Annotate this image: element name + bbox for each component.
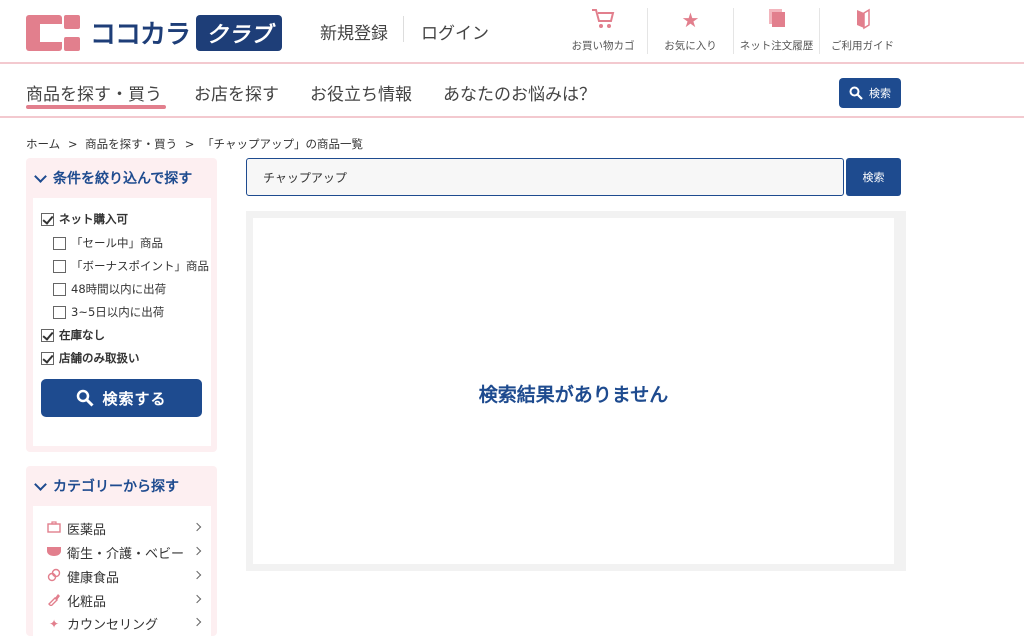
nav-active-indicator [26,105,166,109]
category-item-cosmetics[interactable]: 化粧品 [46,591,204,610]
nav-item-stores[interactable]: お店を探す [194,80,279,105]
lipstick-icon [46,592,62,609]
search-input[interactable]: チャップアップ [246,158,844,196]
chevron-right-icon [192,594,202,604]
cart-link[interactable]: お買い物カゴ [560,8,646,54]
checkbox[interactable] [41,328,54,342]
header-divider [403,16,404,42]
category-item-counseling[interactable]: ✦ カウンセリング [46,614,204,633]
main-nav: 商品を探す・買う お店を探す お役立ち情報 あなたのお悩みは？ 検索 [0,66,1024,118]
search-icon [77,389,95,407]
search-icon [849,86,863,100]
filter-ship-3-5days[interactable]: 3~5日以内に出荷 [53,304,164,320]
chevron-down-icon [34,169,47,183]
no-results-message: 検索結果がありません [478,383,669,406]
category-item-hygiene[interactable]: 衛生・介護・ベビー [46,543,204,562]
checkbox[interactable] [41,212,54,226]
checkbox[interactable] [41,351,54,365]
history-icon [734,8,819,32]
breadcrumb-separator: > [184,137,195,151]
filter-title[interactable]: 条件を絞り込んで探す [34,168,192,188]
filter-out-of-stock[interactable]: 在庫なし [41,327,105,343]
category-title[interactable]: カテゴリーから探す [34,476,179,496]
filter-bonus-point[interactable]: 「ボーナスポイント」商品 [53,258,209,274]
logo-badge: クラブ [196,14,283,51]
breadcrumb-separator: > [67,137,78,151]
filter-sale[interactable]: 「セール中」商品 [53,235,163,251]
nav-search-label: 検索 [869,87,891,100]
login-link[interactable]: ログイン [421,19,489,44]
breadcrumb: ホーム > 商品を探す・買う > 「チャップアップ」の商品一覧 [26,136,367,152]
cart-label: お買い物カゴ [571,40,635,52]
chevron-right-icon [192,522,202,532]
register-link[interactable]: 新規登録 [320,19,388,44]
sparkle-icon: ✦ [48,616,60,631]
breadcrumb-current: 「チャップアップ」の商品一覧 [202,137,363,151]
favorites-link[interactable]: ★ お気に入り [647,8,733,54]
nav-search-button[interactable]: 検索 [839,78,901,108]
category-item-health-food[interactable]: 健康食品 [46,567,204,586]
supplement-icon [46,568,62,585]
nav-item-info[interactable]: お役立ち情報 [310,80,412,105]
favorites-label: お気に入り [664,40,717,52]
cart-icon [560,8,646,32]
book-icon [820,8,905,32]
breadcrumb-products[interactable]: 商品を探す・買う [85,137,177,151]
chevron-right-icon [192,570,202,580]
filter-net-purchasable[interactable]: ネット購入可 [41,211,128,227]
filter-search-button[interactable]: 検索する [41,379,202,417]
chevron-right-icon [192,546,202,556]
checkbox[interactable] [53,305,66,319]
results-area: 検索結果がありません [246,211,906,571]
site-logo[interactable]: ココカラ クラブ [26,14,283,51]
results-panel: 検索結果がありません [253,218,894,564]
checkbox[interactable] [53,282,66,296]
checkbox[interactable] [53,236,66,250]
nav-item-concerns[interactable]: あなたのお悩みは？ [443,80,596,105]
chevron-right-icon [192,617,202,627]
chevron-down-icon [34,477,47,491]
filter-store-only[interactable]: 店舗のみ取扱い [41,350,140,366]
search-button[interactable]: 検索 [846,158,901,196]
star-icon: ★ [681,8,700,32]
filter-ship-48h[interactable]: 48時間以内に出荷 [53,281,166,297]
guide-label: ご利用ガイド [831,40,894,52]
diaper-icon [46,545,62,560]
category-item-medicine[interactable]: 医薬品 [46,519,204,538]
order-history-label: ネット注文履歴 [739,40,814,52]
nav-item-products[interactable]: 商品を探す・買う [26,80,162,105]
guide-link[interactable]: ご利用ガイド [819,8,905,54]
site-header: ココカラ クラブ 新規登録 ログイン お買い物カゴ ★ お気に入り ネット注文履… [0,0,1024,64]
logo-mark [26,14,80,51]
order-history-link[interactable]: ネット注文履歴 [733,8,819,54]
checkbox[interactable] [53,259,66,273]
breadcrumb-home[interactable]: ホーム [26,137,60,151]
medicine-box-icon [46,521,62,536]
logo-text: ココカラ [90,20,191,50]
